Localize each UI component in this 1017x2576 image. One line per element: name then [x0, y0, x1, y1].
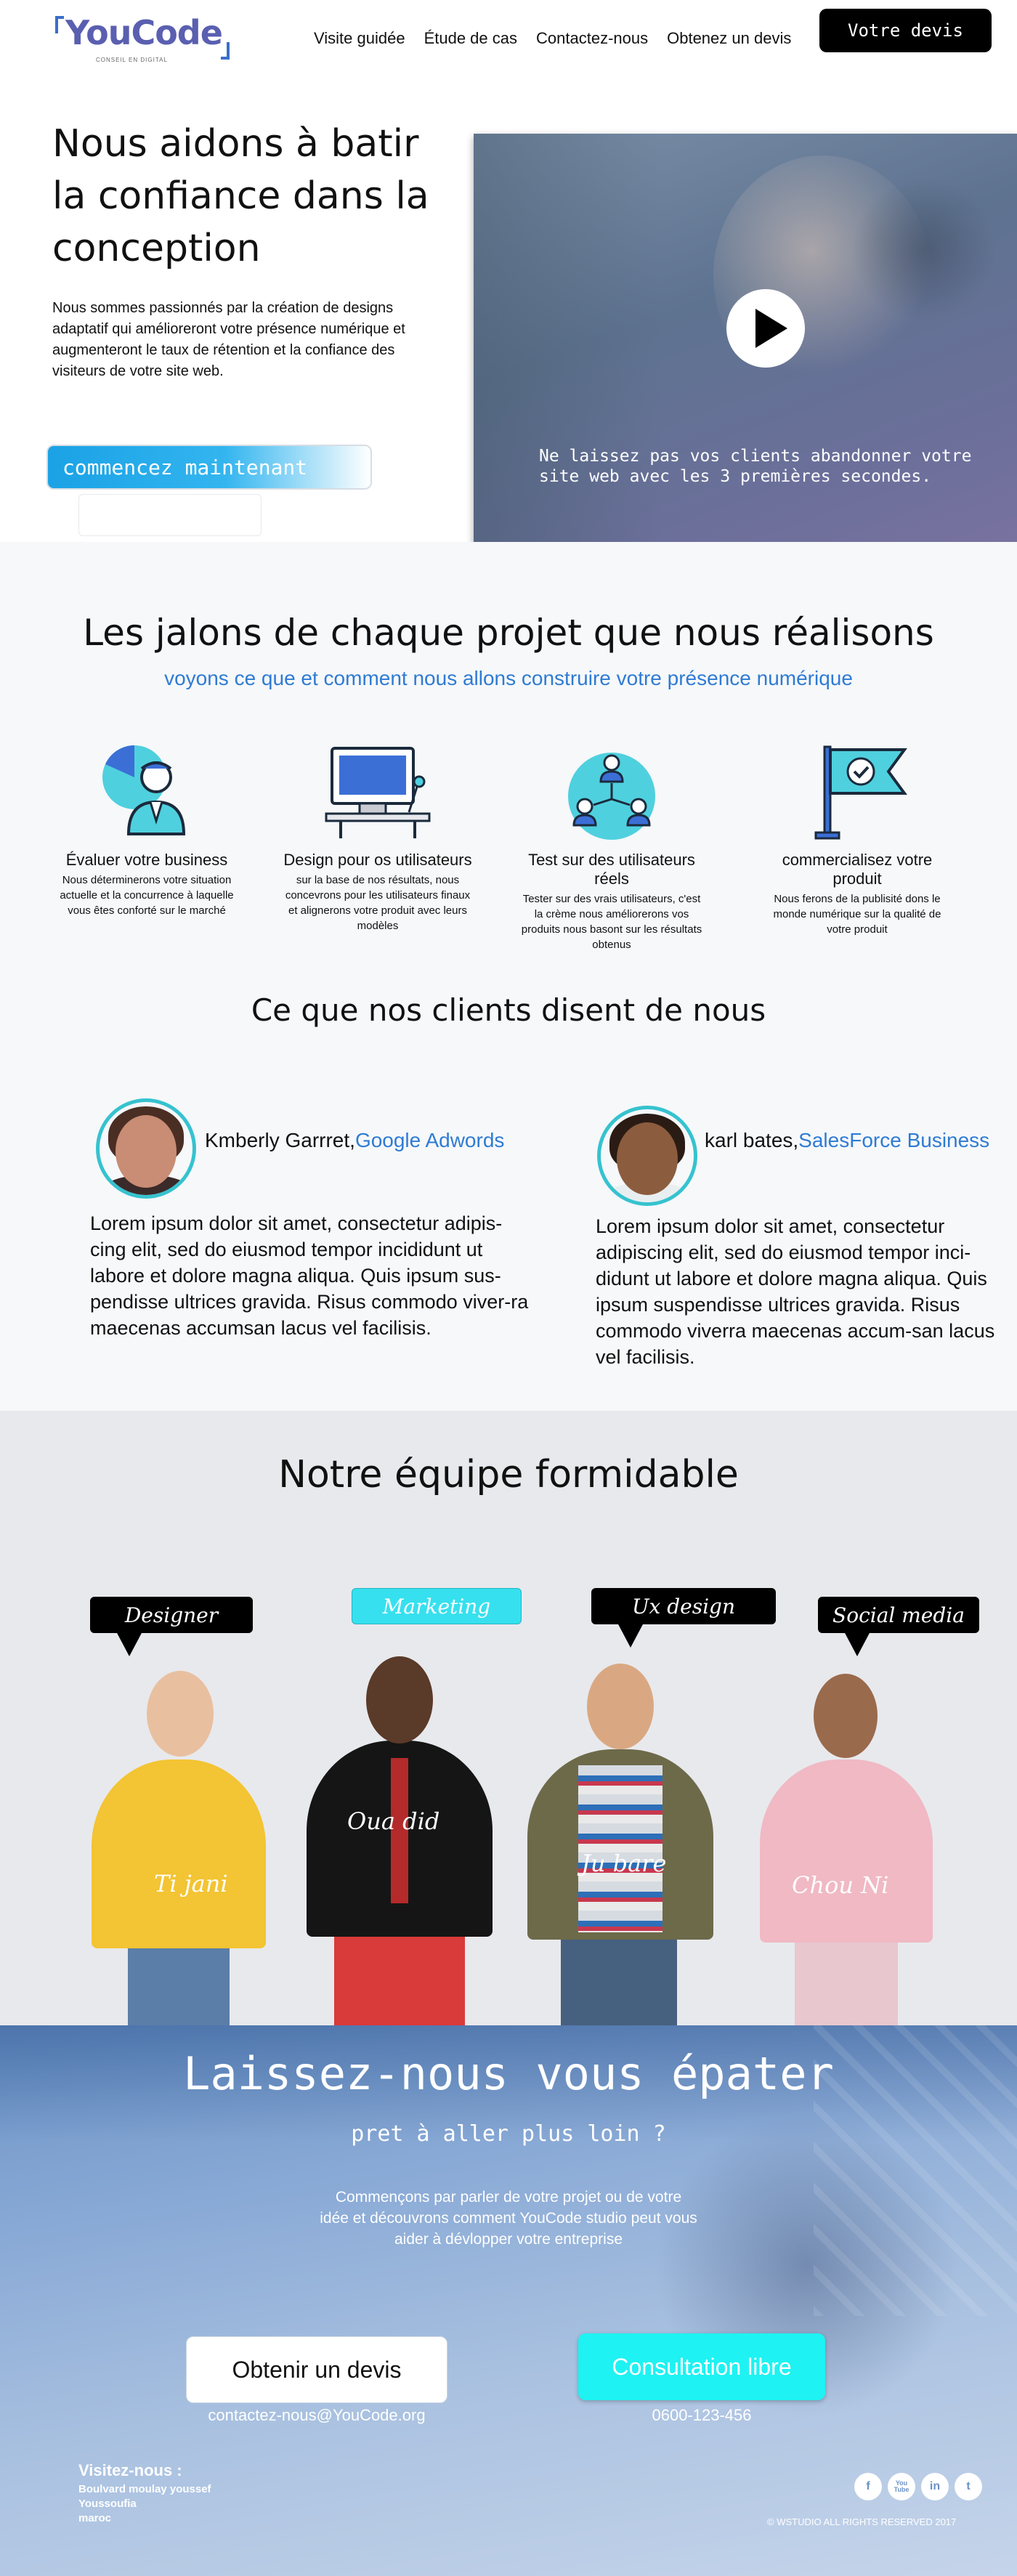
testimonial-company-link[interactable]: Google Adwords: [355, 1129, 504, 1151]
user-network-icon: [568, 753, 655, 840]
testimonials-title: Ce que nos clients disent de nous: [251, 992, 766, 1028]
hero-title: Nous aidons à batir la confiance dans la…: [52, 122, 429, 270]
team-member-photo: [524, 1664, 716, 2025]
desktop-design-icon: [325, 747, 431, 838]
milestone-title: Design pour os utilisateurs: [283, 851, 472, 869]
milestone-text: sur la base de nos résultats, nous conce…: [285, 874, 471, 932]
main-nav: Visite guidée Étude de cas Contactez-nou…: [314, 29, 791, 48]
person-shirt: [578, 1765, 663, 1932]
role-bubble: Ux design: [591, 1588, 776, 1648]
milestone-title: Test sur des utilisateurs réels: [528, 851, 695, 888]
testimonial-company-link[interactable]: SalesForce Business: [798, 1129, 989, 1151]
person-legs: [795, 1928, 898, 2025]
person-head: [366, 1656, 433, 1743]
person-head: [814, 1674, 878, 1758]
facebook-icon[interactable]: f: [854, 2473, 882, 2500]
milestones-subtitle: voyons ce que et comment nous allons con…: [164, 667, 853, 689]
free-consultation-button[interactable]: Consultation libre: [578, 2333, 825, 2400]
milestone-text: Nous ferons de la publisité dons le mond…: [773, 893, 941, 936]
address-line: Boulvard moulay youssef: [78, 2483, 211, 2495]
role-bubble: Designer: [90, 1597, 253, 1656]
milestones-title: Les jalons de chaque projet que nous réa…: [83, 612, 934, 654]
linkedin-icon[interactable]: in: [921, 2473, 949, 2500]
avatar: [597, 1106, 697, 1206]
team-member-photo: [84, 1671, 273, 2025]
milestone-item: commercialisez votre produit Nous ferons…: [763, 741, 952, 937]
avatar: [96, 1098, 196, 1199]
start-now-button[interactable]: commencez maintenant: [46, 445, 372, 490]
person-body: [760, 1759, 933, 1943]
youtube-icon[interactable]: You Tube: [888, 2473, 915, 2500]
get-quote-button[interactable]: Obtenir un devis: [186, 2336, 447, 2403]
testimonial-text: Lorem ipsum dolor sit amet, consectetur …: [90, 1212, 529, 1339]
visit-us-title: Visitez-nous :: [78, 2461, 182, 2479]
testimonial-name: Kmberly Garrret,: [205, 1129, 355, 1151]
person-legs: [561, 1925, 677, 2025]
testimonial-text: Lorem ipsum dolor sit amet, consectetur …: [596, 1215, 995, 1368]
nav-link-etude-de-cas[interactable]: Étude de cas: [424, 29, 517, 48]
address-line: Youssoufia: [78, 2498, 137, 2510]
team-member-photo: [755, 1674, 937, 2025]
person-body: [92, 1759, 266, 1948]
person-head: [587, 1664, 654, 1749]
video-caption: Ne laissez pas vos clients abandonner vo…: [539, 447, 972, 486]
team-member-photo: [305, 1656, 494, 2025]
avatar-face: [116, 1115, 177, 1188]
team-member-name: Chou Ni: [792, 1871, 889, 1899]
video-background-shadow: [851, 177, 997, 323]
role-bubble: Social media: [818, 1597, 979, 1656]
role-bubble: Marketing: [352, 1588, 522, 1624]
secondary-button-placeholder: [78, 494, 262, 536]
testimonial-author: Kmberly Garrret,Google Adwords: [205, 1129, 504, 1152]
testimonial-name: karl bates,: [705, 1129, 799, 1151]
avatar-face: [617, 1122, 678, 1195]
nav-link-contactez-nous[interactable]: Contactez-nous: [536, 29, 648, 48]
milestone-text: Tester sur des vrais utilisateurs, c'est…: [521, 893, 702, 951]
team-member-name: Ju bare: [581, 1850, 667, 1877]
logo-bracket-right: [221, 42, 230, 60]
milestone-title: Évaluer votre business: [65, 851, 228, 869]
contact-email-link[interactable]: contactez-nous@YouCode.org: [186, 2406, 447, 2425]
hero-description: Nous sommes passionnés par la création d…: [52, 300, 405, 379]
testimonial-author: karl bates,SalesForce Business: [705, 1129, 989, 1152]
milestone-title: commercialisez votre produit: [782, 851, 933, 888]
contact-phone[interactable]: 0600-123-456: [578, 2406, 825, 2425]
milestone-item: Évaluer votre business Nous détermineron…: [52, 741, 241, 918]
hero-video[interactable]: Ne laissez pas vos clients abandonner vo…: [474, 134, 1017, 564]
team-title: Notre équipe formidable: [278, 1453, 739, 1496]
play-icon[interactable]: [726, 289, 805, 368]
milestone-text: Nous déterminerons votre situation actue…: [60, 874, 234, 917]
logo-text: YouCode: [65, 13, 223, 52]
video-background-left: [474, 134, 663, 564]
votre-devis-button[interactable]: Votre devis: [819, 9, 992, 52]
logo-tagline: CONSEIL EN DIGITAL: [96, 57, 168, 63]
person-head: [147, 1671, 214, 1757]
nav-link-visite-guidee[interactable]: Visite guidée: [314, 29, 405, 48]
copyright-text: © WSTUDIO ALL RIGHTS RESERVED 2017: [767, 2516, 957, 2527]
nav-link-obtenez-un-devis[interactable]: Obtenez un devis: [667, 29, 791, 48]
banner-subtitle: pret à aller plus loin ?: [351, 2121, 666, 2147]
milestone-item: Test sur des utilisateurs réels Tester s…: [517, 741, 706, 952]
flag-check-icon: [814, 745, 907, 840]
address-line: maroc: [78, 2512, 112, 2524]
twitter-icon[interactable]: t: [955, 2473, 982, 2500]
team-member-name: Oua did: [347, 1807, 440, 1835]
team-member-name: Ti jani: [154, 1870, 228, 1897]
logo-bracket-left: [55, 16, 64, 33]
milestone-item: Design pour os utilisateurs sur la base …: [283, 741, 472, 933]
business-analysis-icon: [102, 745, 186, 835]
logo[interactable]: YouCode CONSEIL EN DIGITAL: [55, 13, 230, 64]
banner-title: Laissez-nous vous épater: [183, 2047, 834, 2100]
banner-text: Commençons par parler de votre projet ou…: [320, 2189, 697, 2248]
